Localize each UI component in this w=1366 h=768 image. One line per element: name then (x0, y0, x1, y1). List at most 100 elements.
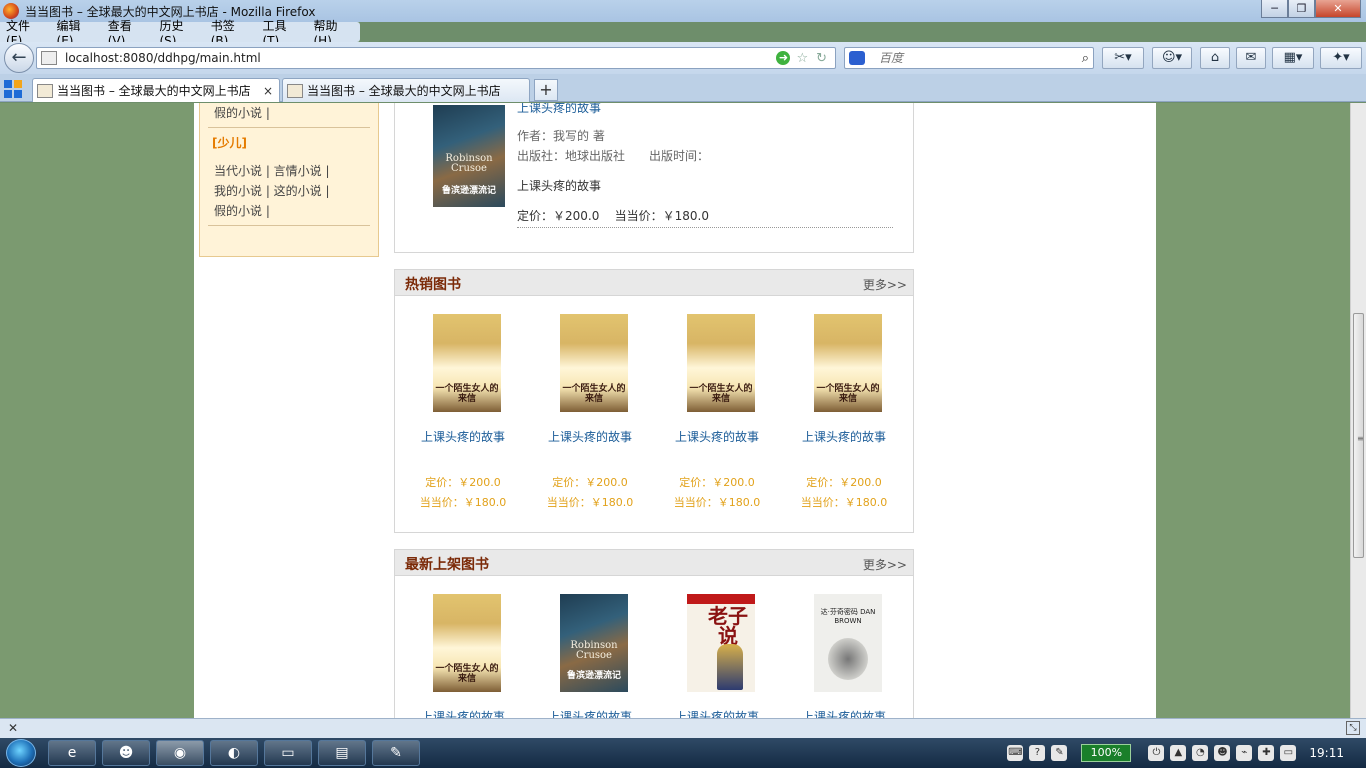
apps-icon[interactable]: ▦▾ (1272, 47, 1314, 69)
tab-2[interactable]: 当当图书 – 全球最大的中文网上书店 (282, 78, 530, 102)
book-title[interactable]: 上课头疼的故事 (784, 708, 904, 718)
qq-tray-icon[interactable]: ☻ (1214, 745, 1231, 761)
addon-bar: ✕ ⤡ (0, 718, 1366, 738)
eclipse-icon[interactable]: ◐ (210, 740, 258, 766)
book-cover[interactable]: Robinson Crusoe 鲁滨逊漂流记 (433, 105, 505, 207)
explorer-icon[interactable]: ▭ (264, 740, 312, 766)
category-row[interactable]: 我的小说 | 这的小说 | (200, 181, 378, 201)
category-heading[interactable]: [少儿] (200, 134, 378, 151)
search-icon[interactable]: ⌕ (1082, 51, 1089, 66)
page-icon (41, 51, 57, 65)
start-button[interactable] (0, 738, 42, 768)
close-addon-bar-icon[interactable]: ✕ (8, 721, 18, 735)
book-title[interactable]: 上课头疼的故事 (530, 428, 650, 445)
cover-title: Robinson Crusoe (445, 152, 493, 174)
new-tab-button[interactable]: + (534, 79, 558, 101)
book-dd-price: 当当价：￥180.0 (419, 496, 507, 509)
addon-icon[interactable]: ☺▾ (1152, 47, 1192, 69)
minimize-button[interactable]: ─ (1261, 0, 1288, 18)
category-row[interactable]: 假的小说 | (200, 201, 378, 221)
book-title[interactable]: 上课头疼的故事 (657, 428, 777, 445)
paint-icon[interactable]: ✎ (372, 740, 420, 766)
show-hidden-icons[interactable]: ▲ (1170, 745, 1187, 761)
tab-close-icon[interactable]: × (263, 84, 273, 98)
baidu-icon[interactable] (849, 51, 865, 65)
language-icon[interactable]: ✎ (1051, 745, 1068, 761)
url-text[interactable]: localhost:8080/ddhpg/main.html (65, 51, 776, 65)
qq-icon[interactable]: ☻ (102, 740, 150, 766)
category-row[interactable]: 当代小说 | 言情小说 | (200, 161, 378, 181)
book-cover[interactable]: 一个陌生女人的来信 (433, 314, 501, 412)
scrollbar-thumb[interactable]: ≡ (1353, 313, 1364, 558)
book-description: 上课头疼的故事 (517, 179, 602, 193)
book-item: 老子说 上课头疼的故事 (657, 594, 777, 718)
reload-icon[interactable]: ↻ (816, 51, 827, 66)
search-bar[interactable]: ⌕ (844, 47, 1094, 69)
extension-icon[interactable]: ✦▾ (1320, 47, 1362, 69)
category-row[interactable]: 假的小说 | (200, 103, 378, 123)
resize-icon[interactable]: ⤡ (1346, 721, 1360, 735)
help-icon[interactable]: ? (1029, 745, 1046, 761)
book-dd-price: 当当价：￥180.0 (800, 496, 888, 509)
book-cover[interactable]: 一个陌生女人的来信 (814, 314, 882, 412)
book-cover[interactable]: Robinson Crusoe 鲁滨逊漂流记 (560, 594, 628, 692)
book-publisher: 出版社：地球出版社 (517, 149, 626, 163)
network-icon[interactable]: ⌁ (1236, 745, 1253, 761)
book-title[interactable]: 上课头疼的故事 (403, 708, 523, 718)
book-pubdate: 出版时间： (649, 149, 710, 163)
cover-title: Robinson Crusoe (570, 640, 618, 662)
more-link[interactable]: 更多>> (863, 276, 907, 293)
weibo-icon[interactable]: ◔ (1192, 745, 1209, 761)
book-author: 作者：我写的 著 (517, 129, 605, 143)
book-title[interactable]: 上课头疼的故事 (403, 428, 523, 445)
monitor-icon[interactable]: ▭ (1280, 745, 1297, 761)
book-item: 一个陌生女人的来信 上课头疼的故事 定价：￥200.0 当当价：￥180.0 (530, 314, 650, 514)
book-item: Robinson Crusoe 鲁滨逊漂流记 上课头疼的故事 (530, 594, 650, 718)
book-title[interactable]: 上课头疼的故事 (530, 708, 650, 718)
featured-book: Robinson Crusoe 鲁滨逊漂流记 上课头疼的故事 作者：我写的 著 … (394, 103, 914, 253)
home-icon[interactable]: ⌂ (1200, 47, 1230, 69)
book-price: 定价：￥200.0 当当价：￥180.0 (517, 209, 709, 223)
security-icon[interactable]: ✚ (1258, 745, 1275, 761)
vertical-scrollbar[interactable]: ≡ (1350, 103, 1366, 718)
cover-title: 老子说 (708, 604, 748, 648)
cover-title: 达·芬奇密码 DAN BROWN (820, 608, 876, 625)
firefox-taskbar-icon[interactable]: ◉ (156, 740, 204, 766)
divider (208, 225, 370, 226)
section-header: 热销图书 更多>> (395, 270, 913, 296)
ie-icon[interactable]: e (48, 740, 96, 766)
tab-1[interactable]: 当当图书 – 全球最大的中文网上书店 × (32, 78, 280, 102)
keyboard-icon[interactable]: ⌨ (1007, 745, 1024, 761)
screenshot-tool-icon[interactable]: ✂▾ (1102, 47, 1144, 69)
tab-groups-icon[interactable] (4, 80, 22, 98)
book-title[interactable]: 上课头疼的故事 (517, 103, 601, 116)
bookmark-star-icon[interactable]: ☆ (796, 51, 808, 66)
cover-title: 一个陌生女人的来信 (689, 384, 753, 404)
book-item: 一个陌生女人的来信 上课头疼的故事 定价：￥200.0 当当价：￥180.0 (403, 314, 523, 514)
close-window-button[interactable]: ✕ (1315, 0, 1361, 18)
menu-bar: 文件(F) 编辑(E) 查看(V) 历史(S) 书签(B) 工具(T) 帮助(H… (0, 19, 360, 48)
book-cover[interactable]: 一个陌生女人的来信 (433, 594, 501, 692)
tab-favicon (287, 83, 303, 98)
battery-indicator[interactable]: 100% (1081, 744, 1132, 762)
clock[interactable]: 19:11 (1309, 746, 1344, 760)
book-cover[interactable]: 老子说 (687, 594, 755, 692)
book-cover[interactable]: 一个陌生女人的来信 (687, 314, 755, 412)
system-tray: ⌨ ? ✎ 100% ⏻ ▲ ◔ ☻ ⌁ ✚ ▭ 19:11 (1004, 738, 1366, 768)
book-title[interactable]: 上课头疼的故事 (657, 708, 777, 718)
back-button[interactable]: ← (4, 43, 34, 73)
page-viewport: 假的小说 | [少儿] 当代小说 | 言情小说 | 我的小说 | 这的小说 | … (0, 103, 1350, 718)
maximize-button[interactable]: ❐ (1288, 0, 1315, 18)
section-header: 最新上架图书 更多>> (395, 550, 913, 576)
book-cover[interactable]: 一个陌生女人的来信 (560, 314, 628, 412)
notepad-icon[interactable]: ▤ (318, 740, 366, 766)
more-link[interactable]: 更多>> (863, 556, 907, 573)
book-title[interactable]: 上课头疼的故事 (784, 428, 904, 445)
go-icon[interactable]: ➜ (776, 51, 791, 65)
mail-icon[interactable]: ✉ (1236, 47, 1266, 69)
book-dd-price: 当当价：￥180.0 (546, 496, 634, 509)
book-cover[interactable]: 达·芬奇密码 DAN BROWN (814, 594, 882, 692)
power-icon[interactable]: ⏻ (1148, 745, 1165, 761)
search-input[interactable] (879, 51, 1082, 65)
url-bar[interactable]: localhost:8080/ddhpg/main.html ➜ ☆ ↻ (36, 47, 836, 69)
